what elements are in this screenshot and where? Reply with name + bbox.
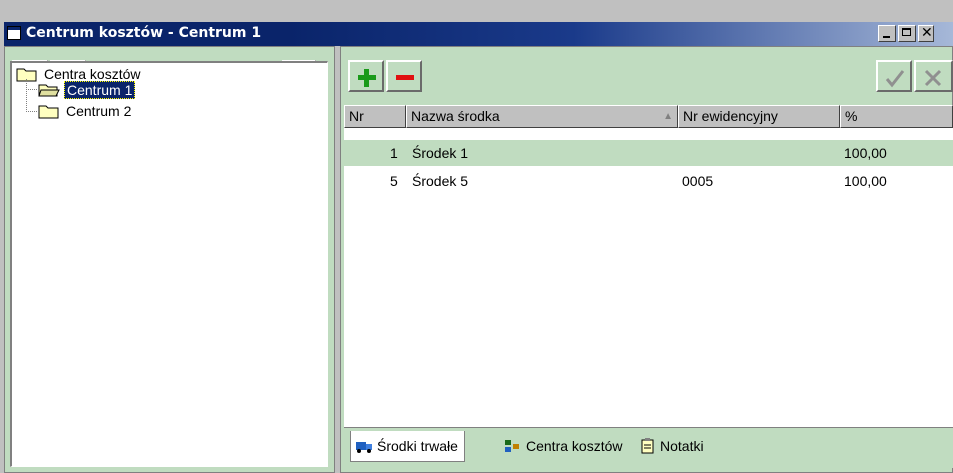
cost-centre-tree[interactable]: Centra kosztów Centrum 1 Centrum 2 (10, 61, 328, 467)
tab-srodki-trwale[interactable]: Środki trwałe (350, 431, 465, 462)
check-icon (885, 70, 905, 88)
cell-ewid: 0005 (682, 173, 714, 189)
column-header-label: Nazwa środka (411, 108, 500, 124)
tab-notatki[interactable]: Notatki (640, 433, 704, 459)
cell-nazwa: Środek 1 (412, 145, 469, 161)
tab-label: Centra kosztów (526, 438, 623, 454)
cell-pct: 100,00 (844, 145, 887, 161)
tree-node-label: Centrum 2 (66, 103, 132, 119)
open-folder-icon (38, 84, 60, 97)
window: Centrum kosztów - Centrum 1 ✕ Centra kos… (0, 0, 953, 473)
confirm-button[interactable] (876, 60, 912, 92)
truck-icon (356, 442, 372, 453)
assets-grid[interactable]: Nr Nazwa środka ▲ Nr ewidencyjny % 1 Śro… (344, 105, 953, 427)
sort-ascending-icon: ▲ (663, 111, 673, 122)
cost-centres-icon (505, 440, 519, 452)
minimize-button[interactable] (878, 25, 896, 42)
tab-strip: Środki trwałe Centra kosztów Notatki (344, 427, 953, 468)
tree-node-centrum-1[interactable]: Centrum 1 (38, 80, 136, 100)
window-title: Centrum kosztów - Centrum 1 (26, 25, 262, 41)
tab-centra-kosztow[interactable]: Centra kosztów (504, 433, 622, 459)
window-icon (7, 26, 21, 40)
cancel-button[interactable] (914, 60, 953, 92)
title-bar-content: Centrum kosztów - Centrum 1 ✕ (4, 22, 953, 46)
add-asset-button[interactable] (348, 60, 384, 92)
remove-asset-button[interactable] (386, 60, 422, 92)
tree-node-label: Centrum 1 (64, 81, 136, 99)
tab-label: Notatki (660, 438, 704, 454)
column-header-nazwa[interactable]: Nazwa środka ▲ (406, 105, 678, 128)
close-button[interactable]: ✕ (918, 25, 934, 42)
column-header-ewid[interactable]: Nr ewidencyjny (678, 105, 840, 128)
clipboard-icon (641, 438, 654, 454)
tab-label: Środki trwałe (377, 438, 458, 454)
cell-pct: 100,00 (844, 173, 887, 189)
column-header-pct[interactable]: % (840, 105, 953, 128)
plus-icon (358, 69, 376, 87)
cell-nazwa: Środek 5 (412, 173, 469, 189)
cell-nr: 5 (390, 173, 398, 189)
table-row[interactable]: 1 Środek 1 100,00 (344, 140, 953, 166)
cross-icon (924, 69, 942, 87)
close-icon: ✕ (921, 25, 933, 41)
folder-icon (38, 105, 59, 119)
column-header-nr[interactable]: Nr (344, 105, 406, 128)
cell-nr: 1 (390, 145, 398, 161)
tree-node-centrum-2[interactable]: Centrum 2 (38, 101, 133, 121)
minus-icon (396, 75, 414, 80)
table-row[interactable]: 5 Środek 5 0005 100,00 (344, 168, 953, 194)
maximize-button[interactable] (898, 25, 916, 42)
